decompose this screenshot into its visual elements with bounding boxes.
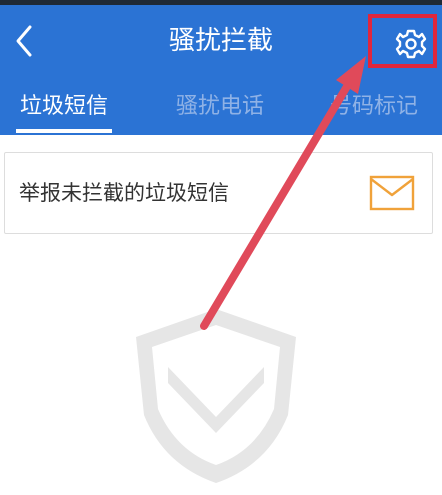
tab-number-marking[interactable]: 号码标记 [330,87,418,127]
settings-highlight-annotation [368,14,437,68]
mail-icon [369,175,415,211]
tab-bar: 垃圾短信 骚扰电话 号码标记 [0,77,442,135]
active-tab-indicator [16,129,112,133]
shield-logo-watermark [136,309,296,483]
tab-spam-sms[interactable]: 垃圾短信 [20,87,108,127]
report-unblocked-spam-item[interactable]: 举报未拦截的垃圾短信 [4,152,433,234]
report-label: 举报未拦截的垃圾短信 [19,181,229,205]
tab-harassing-calls[interactable]: 骚扰电话 [176,87,264,127]
